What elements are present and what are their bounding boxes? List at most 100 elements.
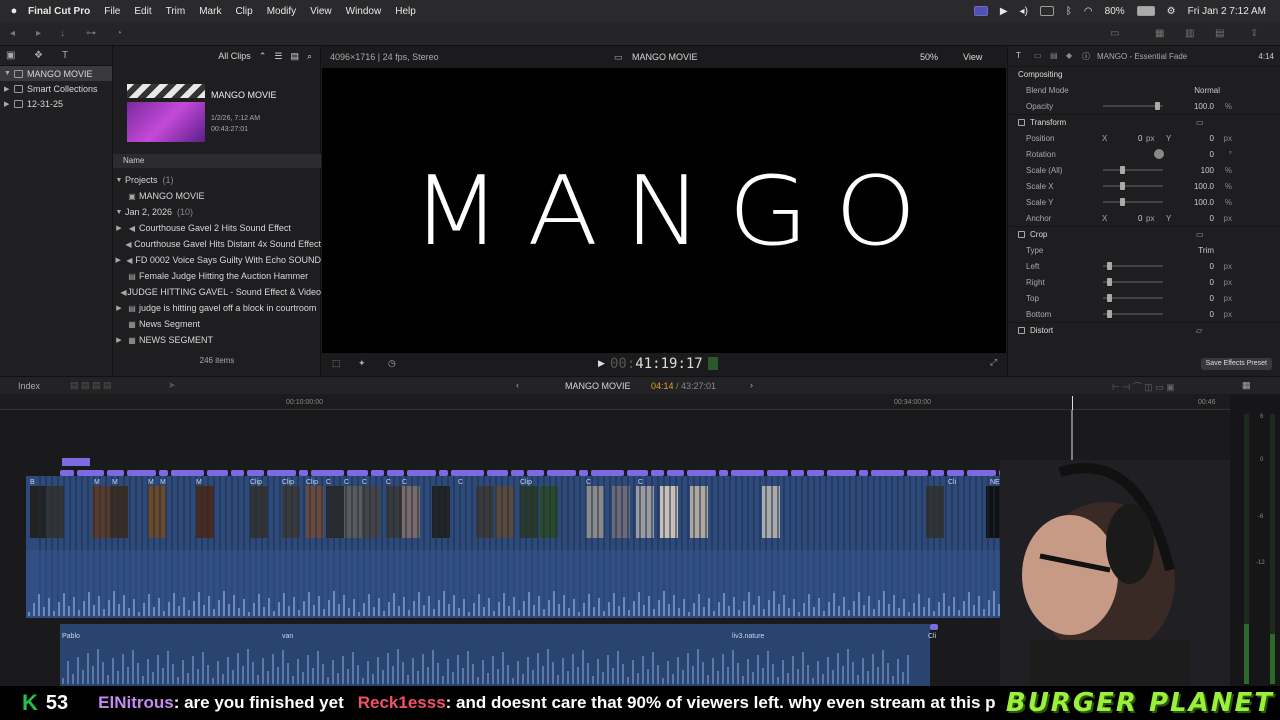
back-icon[interactable]: ◂	[10, 28, 24, 40]
scale-x-slider[interactable]	[1103, 182, 1163, 190]
effects-browser-icon[interactable]: ▦	[1242, 380, 1251, 391]
list-item[interactable]: ▣ MANGO MOVIE	[113, 188, 321, 204]
connected-clip[interactable]	[487, 470, 508, 476]
video-tab-icon[interactable]: ▤	[1050, 51, 1058, 60]
scale-all-value[interactable]: 100	[1201, 166, 1214, 175]
speed-icon[interactable]: ◷	[388, 358, 396, 369]
distort-controls-icon[interactable]: ▱	[1196, 326, 1202, 335]
volume-icon[interactable]: ◂)	[1020, 6, 1028, 17]
transform-checkbox[interactable]	[1018, 119, 1025, 126]
list-item[interactable]: ▦ News Segment	[113, 316, 321, 332]
play-status-icon[interactable]: ▶	[1000, 6, 1008, 17]
import-icon[interactable]: ↓	[60, 28, 74, 40]
control-center-icon[interactable]: ⚙	[1167, 6, 1176, 17]
menu-help[interactable]: Help	[395, 6, 416, 17]
param-crop-top[interactable]: Top 0 px	[1008, 290, 1280, 306]
list-item[interactable]: ▶ ◀ Courthouse Gavel 2 Hits Sound Effect	[113, 220, 321, 236]
inspector-toggle-icon[interactable]: ▤	[1215, 28, 1229, 40]
menu-view[interactable]: View	[310, 6, 332, 17]
slider-knob[interactable]	[1107, 278, 1112, 286]
connected-clip[interactable]	[107, 470, 124, 476]
rotation-dial-icon[interactable]	[1154, 149, 1164, 159]
crop-bottom-value[interactable]: 0	[1210, 310, 1214, 319]
crop-type-popup[interactable]: Trim	[1198, 246, 1214, 255]
secondary-audio-track[interactable]	[60, 624, 930, 686]
opacity-slider[interactable]	[1103, 102, 1163, 110]
list-item[interactable]: ▶ ◀ FD 0002 Voice Says Guilty With Echo S…	[113, 252, 321, 268]
slider-knob[interactable]	[1107, 262, 1112, 270]
connected-clip[interactable]	[77, 470, 104, 476]
param-type[interactable]: Type Trim	[1008, 242, 1280, 258]
slider-knob[interactable]	[1120, 182, 1125, 190]
library-item-event[interactable]: ▶ 12-31-25	[0, 96, 112, 111]
timeline-tools-icon[interactable]: ⊢ ⊣ ⌒ ◫ ▭ ▣	[1112, 380, 1175, 393]
connected-clip[interactable]	[371, 470, 384, 476]
param-crop-right[interactable]: Right 0 px	[1008, 274, 1280, 290]
param-position[interactable]: Position X 0 px Y 0 px	[1008, 130, 1280, 146]
connected-clip[interactable]	[731, 470, 764, 476]
keywords-icon[interactable]: ⊶	[86, 28, 100, 40]
distort-checkbox[interactable]	[1018, 327, 1025, 334]
crop-bottom-slider[interactable]	[1103, 310, 1163, 318]
apple-menu-icon[interactable]: ●	[0, 5, 28, 17]
connected-clip[interactable]	[947, 470, 964, 476]
screen-record-icon[interactable]	[973, 6, 988, 16]
search-icon[interactable]: ⌕	[307, 51, 312, 62]
connected-clip[interactable]	[930, 624, 938, 630]
connected-clip[interactable]	[267, 470, 296, 476]
list-item[interactable]: ▶ ▤ judge is hitting gavel off a block in…	[113, 300, 321, 316]
connected-clip[interactable]	[931, 470, 944, 476]
param-crop-left[interactable]: Left 0 px	[1008, 258, 1280, 274]
menu-modify[interactable]: Modify	[267, 6, 296, 17]
scale-slider[interactable]	[1103, 166, 1163, 174]
connected-clip[interactable]	[687, 470, 716, 476]
anchor-x-value[interactable]: 0	[1138, 214, 1142, 223]
blend-mode-popup[interactable]: Normal	[1194, 86, 1220, 95]
connected-clip[interactable]	[719, 470, 728, 476]
connected-clip[interactable]	[651, 470, 664, 476]
timeline-index-button[interactable]: Index	[18, 381, 40, 391]
background-tasks-icon[interactable]: ◔	[116, 28, 130, 40]
connected-clip[interactable]	[807, 470, 824, 476]
workspace-icon[interactable]: ▭	[1110, 28, 1124, 40]
library-item-smart-collections[interactable]: ▶ Smart Collections	[0, 81, 112, 96]
crop-top-value[interactable]: 0	[1210, 294, 1214, 303]
list-item[interactable]: ◀ JUDGE HITTING GAVEL - Sound Effect & V…	[113, 284, 321, 300]
timeline-forward-icon[interactable]: ›	[750, 380, 753, 390]
connected-clip[interactable]	[667, 470, 684, 476]
param-scale-y[interactable]: Scale Y 100.0 %	[1008, 194, 1280, 210]
connected-clip[interactable]	[827, 470, 856, 476]
param-opacity[interactable]: Opacity 100.0 %	[1008, 98, 1280, 114]
param-scale-x[interactable]: Scale X 100.0 %	[1008, 178, 1280, 194]
crop-left-slider[interactable]	[1103, 262, 1163, 270]
connected-clip[interactable]	[247, 470, 264, 476]
menubar-clock[interactable]: Fri Jan 2 7:12 AM	[1188, 6, 1266, 17]
slider-knob[interactable]	[1155, 102, 1160, 110]
disclosure-closed-icon[interactable]: ▶	[4, 100, 10, 108]
crop-controls-icon[interactable]: ▭	[1196, 230, 1204, 239]
param-scale-all[interactable]: Scale (All) 100 %	[1008, 162, 1280, 178]
connected-clip[interactable]	[767, 470, 788, 476]
library-item-mango-movie[interactable]: ▼ MANGO MOVIE	[0, 66, 112, 81]
section-transform[interactable]: Transform ▭	[1008, 114, 1280, 130]
section-compositing[interactable]: Compositing	[1008, 66, 1280, 82]
connected-clip[interactable]	[627, 470, 648, 476]
menu-edit[interactable]: Edit	[134, 6, 151, 17]
info-tab-icon[interactable]: ⓘ	[1082, 51, 1090, 62]
crop-right-value[interactable]: 0	[1210, 278, 1214, 287]
connected-clip[interactable]	[451, 470, 484, 476]
viewer-zoom-popup[interactable]: 50%	[920, 52, 938, 62]
libraries-icon[interactable]: ▣	[6, 50, 15, 61]
list-item[interactable]: ◀ Courthouse Gavel Hits Distant 4x Sound…	[113, 236, 321, 252]
connected-clip[interactable]	[591, 470, 624, 476]
display-icon[interactable]	[1039, 6, 1054, 16]
connected-clip[interactable]	[859, 470, 868, 476]
menu-app-name[interactable]: Final Cut Pro	[28, 6, 90, 17]
connected-clip[interactable]	[347, 470, 368, 476]
photos-icon[interactable]: ❖	[34, 50, 43, 61]
list-item[interactable]: ▤ Female Judge Hitting the Auction Hamme…	[113, 268, 321, 284]
connected-clip[interactable]	[579, 470, 588, 476]
disclosure-closed-icon[interactable]: ▶	[4, 85, 10, 93]
play-button-icon[interactable]: ▶	[598, 358, 605, 369]
filter-chevron-icon[interactable]: ⌃	[259, 51, 267, 62]
